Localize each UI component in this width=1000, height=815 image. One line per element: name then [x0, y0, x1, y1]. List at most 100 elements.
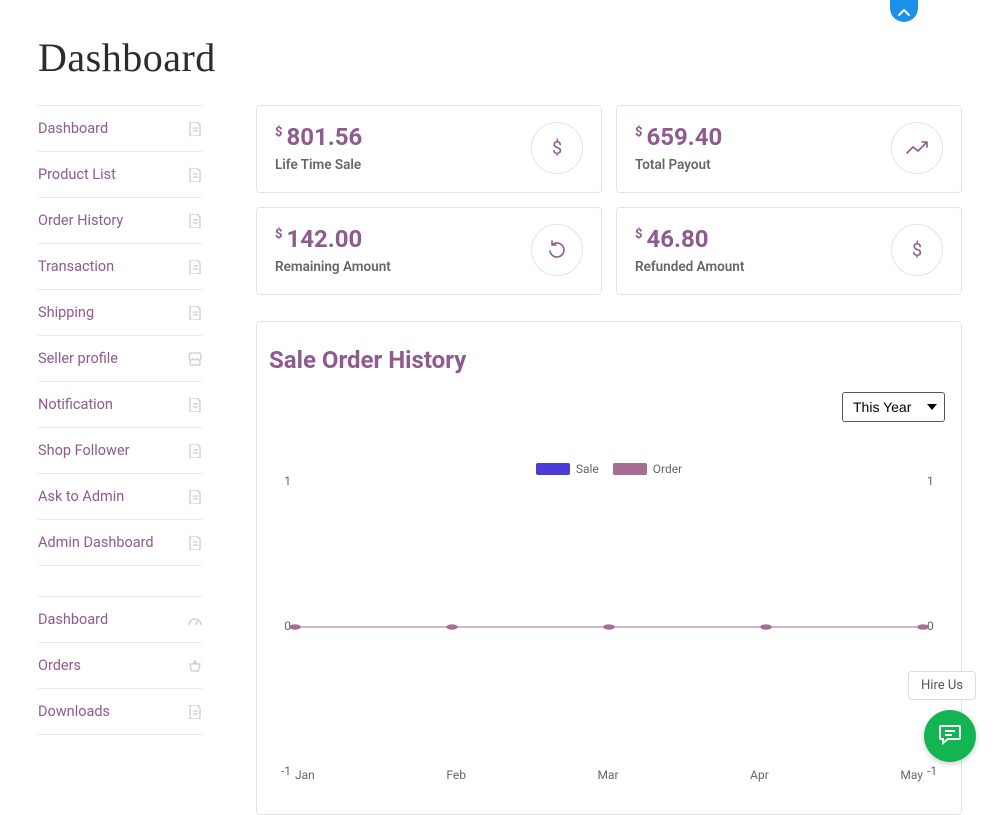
chat-fab[interactable] [924, 710, 976, 762]
sidebar-item-seller-profile[interactable]: Seller profile [38, 335, 202, 381]
file-icon [188, 490, 202, 504]
sidebar-item-label: Ask to Admin [38, 488, 124, 505]
file-icon [188, 705, 202, 719]
sidebar-item-label: Shop Follower [38, 442, 130, 459]
y-tick-right: -1 [927, 764, 941, 778]
sidebar: Dashboard Product List Order History Transa… [38, 105, 202, 765]
card-amount-value: 46.80 [646, 225, 708, 253]
sidebar-item-label: Seller profile [38, 350, 118, 367]
summary-card-life-time-sale: $801.56 Life Time Sale $ [256, 105, 602, 193]
sidebar-item-downloads[interactable]: Downloads [38, 688, 202, 735]
dollar-icon: $ [891, 224, 943, 276]
y-tick-left: 1 [277, 474, 291, 488]
sidebar-item-dashboard[interactable]: Dashboard [38, 596, 202, 642]
file-icon [188, 444, 202, 458]
sidebar-item-orders[interactable]: Orders [38, 642, 202, 688]
card-currency: $ [275, 227, 282, 242]
sidebar-item-order-history[interactable]: Order History [38, 197, 202, 243]
undo-icon [531, 224, 583, 276]
legend-item-order: Order [613, 462, 682, 476]
legend-item-sale: Sale [536, 462, 599, 476]
card-amount-value: 801.56 [286, 123, 362, 151]
sidebar-item-label: Order History [38, 212, 123, 229]
sidebar-item-label: Orders [38, 657, 81, 674]
card-label: Refunded Amount [635, 259, 744, 275]
x-tick: Jan [295, 768, 315, 782]
summary-cards: $801.56Life Time Sale$$659.40Total Payou… [256, 105, 962, 295]
y-tick-right: 1 [927, 474, 941, 488]
sidebar-item-label: Transaction [38, 258, 114, 275]
file-icon [188, 122, 202, 136]
chart-area: -101-101JanFebMarAprMay [277, 482, 941, 772]
trend-up-icon [891, 122, 943, 174]
legend-swatch-order [613, 463, 647, 475]
file-icon [188, 306, 202, 320]
basket-icon [188, 659, 202, 673]
file-icon [188, 168, 202, 182]
y-tick-left: -1 [277, 764, 291, 778]
card-currency: $ [635, 227, 642, 242]
sidebar-item-transaction[interactable]: Transaction [38, 243, 202, 289]
sidebar-item-dashboard[interactable]: Dashboard [38, 105, 202, 151]
chart-point [289, 624, 300, 629]
card-currency: $ [275, 125, 282, 140]
file-icon [188, 214, 202, 228]
sidebar-item-shop-follower[interactable]: Shop Follower [38, 427, 202, 473]
sidebar-item-notification[interactable]: Notification [38, 381, 202, 427]
x-tick: Mar [598, 768, 619, 782]
sidebar-item-ask-to-admin[interactable]: Ask to Admin [38, 473, 202, 519]
y-tick-left: 0 [277, 619, 291, 633]
x-axis: Jan Feb Mar Apr May [295, 768, 923, 782]
card-currency: $ [635, 125, 642, 140]
file-icon [188, 398, 202, 412]
summary-card-total-payout: $659.40Total Payout [616, 105, 962, 193]
chart-legend: Sale Order [271, 462, 947, 476]
range-select[interactable]: This Year [842, 392, 945, 422]
sale-order-history-panel: Sale Order History This Year Sale [256, 321, 962, 815]
card-amount: $46.80 [635, 225, 744, 253]
chart-plot [295, 482, 923, 772]
sidebar-item-label: Notification [38, 396, 113, 413]
card-amount: $142.00 [275, 225, 391, 253]
svg-text:$: $ [912, 240, 922, 261]
sidebar-item-admin-dashboard[interactable]: Admin Dashboard [38, 519, 202, 566]
legend-label-sale: Sale [576, 462, 599, 476]
gauge-icon [188, 613, 202, 627]
sidebar-group-vendor: Dashboard Product List Order History Transa… [38, 105, 202, 566]
x-tick: May [900, 768, 923, 782]
card-amount-value: 659.40 [646, 123, 722, 151]
chevron-up-icon [898, 2, 910, 21]
sidebar-item-shipping[interactable]: Shipping [38, 289, 202, 335]
x-tick: Apr [750, 768, 769, 782]
sidebar-item-label: Shipping [38, 304, 94, 321]
chart-point [760, 624, 771, 629]
legend-label-order: Order [653, 462, 682, 476]
y-tick-right: 0 [927, 619, 941, 633]
file-icon [188, 260, 202, 274]
sidebar-item-label: Dashboard [38, 120, 108, 137]
dollar-icon: $ [531, 122, 583, 174]
legend-swatch-sale [536, 463, 570, 475]
summary-card-remaining-amount: $142.00 Remaining Amount [256, 207, 602, 295]
store-icon [188, 352, 202, 366]
card-amount-value: 142.00 [286, 225, 362, 253]
chart-point [603, 624, 614, 629]
page-title: Dashboard [38, 34, 962, 81]
svg-text:$: $ [552, 138, 562, 159]
sidebar-item-product-list[interactable]: Product List [38, 151, 202, 197]
card-amount: $659.40 [635, 123, 722, 151]
hire-us-button[interactable]: Hire Us [908, 671, 976, 700]
sidebar-item-label: Product List [38, 166, 116, 183]
summary-card-refunded-amount: $46.80 Refunded Amount $ [616, 207, 962, 295]
sidebar-item-label: Downloads [38, 703, 110, 720]
chart-point [446, 624, 457, 629]
sidebar-group-account: Dashboard Orders Downloads [38, 596, 202, 735]
chat-icon [938, 723, 962, 749]
card-label: Life Time Sale [275, 157, 362, 173]
sidebar-item-label: Dashboard [38, 611, 108, 628]
x-tick: Feb [446, 768, 466, 782]
card-amount: $801.56 [275, 123, 362, 151]
card-label: Remaining Amount [275, 259, 391, 275]
sidebar-item-label: Admin Dashboard [38, 534, 154, 551]
file-icon [188, 536, 202, 550]
